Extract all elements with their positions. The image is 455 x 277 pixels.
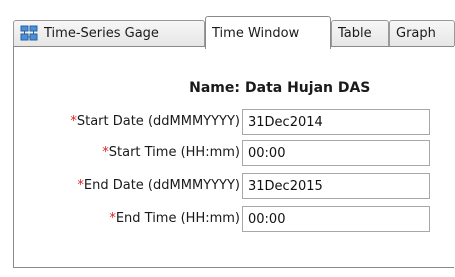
tab-time-window[interactable]: Time Window <box>205 16 331 49</box>
tab-time-series-gage[interactable]: Time-Series Gage <box>13 20 205 46</box>
end-time-row: *End Time (HH:mm) <box>0 206 455 232</box>
end-date-label: *End Date (ddMMMYYYY) <box>77 178 240 193</box>
tab-graph[interactable]: Graph <box>389 20 455 46</box>
gage-icon <box>20 25 38 42</box>
start-time-row: *Start Time (HH:mm) <box>0 140 455 166</box>
name-value: Data Hujan DAS <box>245 80 371 96</box>
start-date-row: *Start Date (ddMMMYYYY) <box>0 109 455 135</box>
start-date-field[interactable] <box>242 109 430 135</box>
end-date-row: *End Date (ddMMMYYYY) <box>0 173 455 199</box>
name-row: Name: Data Hujan DAS <box>0 80 455 100</box>
start-time-label: *Start Time (HH:mm) <box>102 145 240 160</box>
tab-label: Time Window <box>212 25 300 41</box>
tab-label: Time-Series Gage <box>44 26 159 41</box>
end-time-label: *End Time (HH:mm) <box>109 211 240 226</box>
start-time-field[interactable] <box>242 140 430 166</box>
start-date-label: *Start Date (ddMMMYYYY) <box>70 114 240 129</box>
end-date-field[interactable] <box>242 173 430 199</box>
name-label: Name: <box>189 80 240 96</box>
tab-label: Table <box>338 26 372 41</box>
end-time-field[interactable] <box>242 206 430 232</box>
tab-label: Graph <box>396 26 436 41</box>
tab-table[interactable]: Table <box>331 20 389 46</box>
